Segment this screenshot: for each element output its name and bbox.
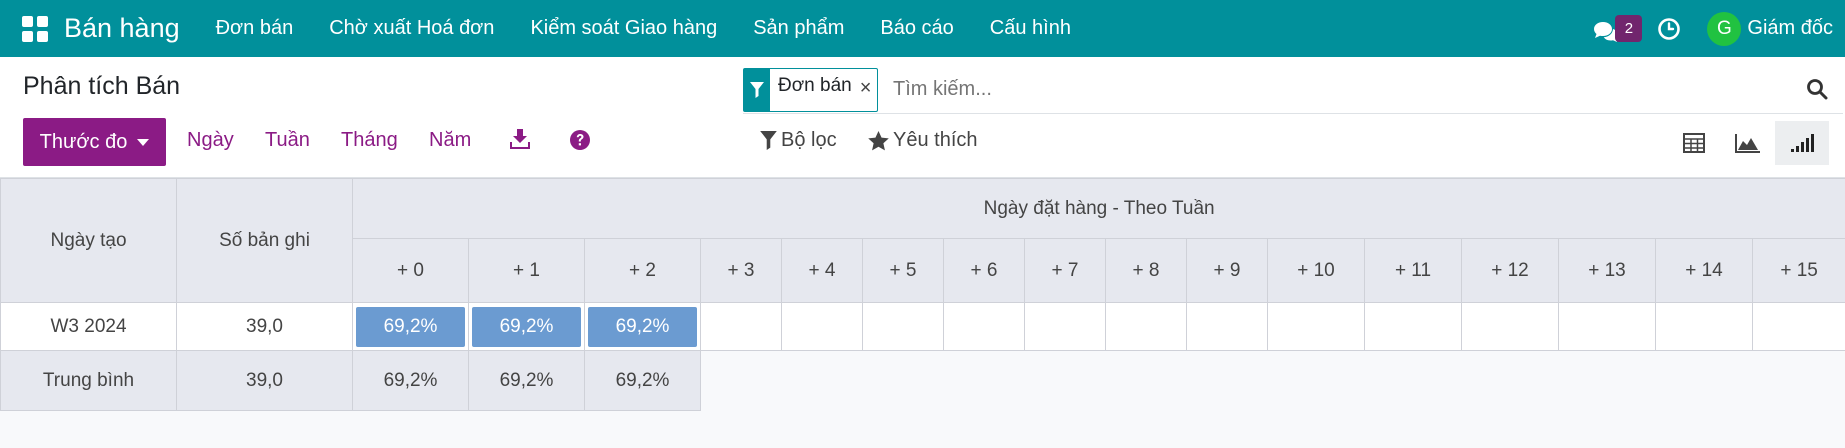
filter-icon xyxy=(760,131,777,150)
download-button[interactable] xyxy=(509,127,531,156)
cohort-cell[interactable]: 69,2% xyxy=(584,302,701,351)
search-facet-label: Đơn bán xyxy=(778,75,852,96)
filters-label: Bộ lọc xyxy=(781,129,837,151)
average-label: Trung bình xyxy=(0,350,177,411)
week-offset-header: + 8 xyxy=(1105,238,1187,303)
average-value: 69,2% xyxy=(352,350,469,411)
table-row: W3 2024 39,0 69,2% 69,2% 69,2% xyxy=(0,302,1845,351)
header-created-date[interactable]: Ngày tạo xyxy=(0,178,177,303)
control-panel: Phân tích Bán Thước đo Ngày Tuần Tháng N… xyxy=(0,57,1845,178)
menu-sale-orders[interactable]: Đơn bán xyxy=(198,17,312,40)
cohort-cell-empty xyxy=(1364,302,1462,351)
cohort-cell-empty xyxy=(1024,302,1106,351)
area-chart-icon xyxy=(1735,134,1760,153)
caret-down-icon xyxy=(137,138,150,146)
week-offset-header: + 15 xyxy=(1751,238,1845,303)
menu-delivery-control[interactable]: Kiểm soát Giao hàng xyxy=(512,17,735,40)
page-title: Phân tích Bán xyxy=(23,72,181,100)
cohort-cell-empty xyxy=(1751,302,1845,351)
interval-year-button[interactable]: Năm xyxy=(429,129,471,152)
cohort-cell-empty xyxy=(1461,302,1559,351)
search-input[interactable] xyxy=(893,78,1693,101)
week-offset-header: + 1 xyxy=(468,238,585,303)
week-offset-header: + 0 xyxy=(352,238,469,303)
clock-icon xyxy=(1658,17,1681,40)
header-record-count[interactable]: Số bản ghi xyxy=(176,178,353,303)
search-icon xyxy=(1807,79,1828,100)
interval-month-button[interactable]: Tháng xyxy=(341,129,398,152)
favorites-button[interactable]: Yêu thích xyxy=(868,129,978,152)
cohort-cell-empty xyxy=(700,302,782,351)
view-area-chart-button[interactable] xyxy=(1721,121,1775,165)
average-empty xyxy=(699,350,1845,411)
interval-day-button[interactable]: Ngày xyxy=(187,129,234,152)
week-offset-header: + 5 xyxy=(862,238,944,303)
user-avatar[interactable]: G xyxy=(1707,11,1742,46)
messaging-button[interactable]: 2 xyxy=(1589,9,1643,49)
average-value: 69,2% xyxy=(468,350,585,411)
cohort-cell-empty xyxy=(862,302,944,351)
search-facet: Đơn bán × xyxy=(743,68,879,112)
cohort-value: 69,2% xyxy=(356,306,465,347)
app-name[interactable]: Bán hàng xyxy=(64,13,180,44)
interval-week-button[interactable]: Tuần xyxy=(265,129,310,152)
week-offset-header: + 7 xyxy=(1024,238,1106,303)
measures-label: Thước đo xyxy=(39,130,128,153)
apps-menu-icon[interactable] xyxy=(22,15,48,42)
cohort-cell-empty xyxy=(781,302,863,351)
pivot-table: Ngày tạo Số bản ghi Ngày đặt hàng - Theo… xyxy=(0,178,1845,411)
filter-icon xyxy=(744,69,770,111)
week-offset-header: + 12 xyxy=(1461,238,1559,303)
header-order-date-by-week[interactable]: Ngày đặt hàng - Theo Tuần xyxy=(351,178,1845,239)
menu-reporting[interactable]: Báo cáo xyxy=(862,17,971,40)
facet-remove-icon[interactable]: × xyxy=(860,69,878,111)
search-button[interactable] xyxy=(1806,78,1828,105)
search-bar: Đơn bán × xyxy=(743,68,1843,114)
week-offset-header: + 6 xyxy=(943,238,1025,303)
cohort-cell[interactable]: 69,2% xyxy=(468,302,585,351)
week-offset-header: + 10 xyxy=(1267,238,1365,303)
week-offset-header: + 13 xyxy=(1558,238,1656,303)
menu-configuration[interactable]: Cấu hình xyxy=(972,17,1089,40)
cohort-cell-empty xyxy=(943,302,1025,351)
view-pivot-button[interactable] xyxy=(1667,121,1721,165)
favorites-label: Yêu thích xyxy=(893,129,978,151)
row-count: 39,0 xyxy=(176,302,353,351)
top-navbar: Bán hàng Đơn bán Chờ xuất Hoá đơn Kiểm s… xyxy=(0,0,1845,57)
cohort-cell-empty xyxy=(1267,302,1365,351)
cohort-value: 69,2% xyxy=(588,306,697,347)
row-label[interactable]: W3 2024 xyxy=(0,302,177,351)
menu-to-invoice[interactable]: Chờ xuất Hoá đơn xyxy=(311,17,512,40)
message-count-badge: 2 xyxy=(1615,14,1643,42)
cohort-cell-empty xyxy=(1105,302,1187,351)
week-offset-header: + 9 xyxy=(1186,238,1268,303)
star-icon xyxy=(868,130,889,150)
average-value: 69,2% xyxy=(584,350,701,411)
average-count: 39,0 xyxy=(176,350,353,411)
week-offset-header: + 2 xyxy=(584,238,701,303)
week-offset-header: + 11 xyxy=(1364,238,1462,303)
cohort-cell[interactable]: 69,2% xyxy=(352,302,469,351)
view-bar-chart-button[interactable] xyxy=(1775,121,1829,165)
cohort-cell-empty xyxy=(1186,302,1268,351)
signal-bars-icon xyxy=(1791,134,1814,152)
cohort-cell-empty xyxy=(1558,302,1656,351)
download-icon xyxy=(510,129,530,149)
measures-button[interactable]: Thước đo xyxy=(23,118,166,166)
user-menu[interactable]: Giám đốc xyxy=(1747,17,1833,40)
average-row: Trung bình 39,0 69,2% 69,2% 69,2% xyxy=(0,350,1845,411)
week-offset-header: + 4 xyxy=(781,238,863,303)
week-offset-header: + 14 xyxy=(1655,238,1753,303)
cohort-cell-empty xyxy=(1655,302,1753,351)
cohort-value: 69,2% xyxy=(472,306,581,347)
menu-products[interactable]: Sản phẩm xyxy=(735,17,862,40)
week-offset-header: + 3 xyxy=(700,238,782,303)
help-button[interactable] xyxy=(569,129,591,156)
filters-button[interactable]: Bộ lọc xyxy=(760,129,837,152)
activities-button[interactable] xyxy=(1649,9,1689,49)
question-circle-icon xyxy=(570,130,590,150)
table-icon xyxy=(1683,133,1705,153)
